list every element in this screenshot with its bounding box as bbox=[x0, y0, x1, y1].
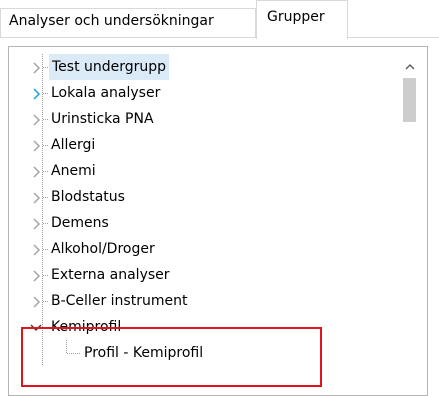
tree-item[interactable]: Anemi bbox=[18, 158, 398, 184]
tree-line bbox=[43, 223, 49, 224]
tree-item-label[interactable]: Alkohol/Droger bbox=[51, 236, 155, 262]
tree-line bbox=[43, 275, 49, 276]
chevron-right-icon[interactable] bbox=[30, 218, 42, 230]
tree-item-label[interactable]: Urinsticka PNA bbox=[51, 106, 154, 132]
tab-grupper[interactable]: Grupper bbox=[256, 0, 348, 39]
tab-divider bbox=[0, 37, 439, 38]
expander[interactable] bbox=[30, 210, 42, 236]
tree-item-label[interactable]: Blodstatus bbox=[51, 184, 125, 210]
tree-item[interactable]: B-Celler instrument bbox=[18, 288, 398, 314]
tree-item[interactable]: Alkohol/Droger bbox=[18, 236, 398, 262]
chevron-right-icon[interactable] bbox=[30, 166, 42, 178]
caret-up-icon bbox=[405, 63, 415, 70]
tree-line bbox=[43, 171, 49, 172]
chevron-right-icon[interactable] bbox=[30, 114, 42, 126]
tree-item[interactable]: Externa analyser bbox=[18, 262, 398, 288]
tree-item-label[interactable]: Test undergrupp bbox=[49, 54, 170, 80]
tree-line bbox=[43, 197, 49, 198]
highlight-box bbox=[21, 327, 322, 387]
tree-item-label[interactable]: Anemi bbox=[51, 158, 96, 184]
tree-line bbox=[43, 301, 49, 302]
tree-item[interactable]: Lokala analyser bbox=[18, 80, 398, 106]
expander[interactable] bbox=[30, 262, 42, 288]
tab-analyser[interactable]: Analyser och undersökningar bbox=[0, 8, 256, 38]
scroll-up-button[interactable] bbox=[400, 57, 420, 77]
group-tree: Test undergrupp Lokala analyser Urinsticka… bbox=[18, 54, 398, 366]
tree-line bbox=[43, 249, 49, 250]
tree-line bbox=[43, 119, 49, 120]
tree-line bbox=[43, 93, 49, 94]
expander[interactable] bbox=[30, 106, 42, 132]
tree-item[interactable]: Blodstatus bbox=[18, 184, 398, 210]
vertical-scrollbar[interactable] bbox=[400, 57, 420, 387]
tab-strip: Analyser och undersökningar Grupper bbox=[0, 0, 439, 39]
expander[interactable] bbox=[30, 132, 42, 158]
tree-item[interactable]: Test undergrupp bbox=[18, 54, 398, 80]
tree-item-label[interactable]: Demens bbox=[51, 210, 109, 236]
tree-line bbox=[43, 145, 49, 146]
tree-item-label[interactable]: Allergi bbox=[51, 132, 95, 158]
chevron-right-icon[interactable] bbox=[30, 140, 42, 152]
expander[interactable] bbox=[30, 236, 42, 262]
tree-item-label[interactable]: Lokala analyser bbox=[51, 80, 160, 106]
expander[interactable] bbox=[30, 288, 42, 314]
tree-item-label[interactable]: B-Celler instrument bbox=[51, 288, 187, 314]
scroll-thumb[interactable] bbox=[403, 78, 416, 122]
expander[interactable] bbox=[30, 54, 42, 80]
chevron-right-icon[interactable] bbox=[30, 192, 42, 204]
expander[interactable] bbox=[30, 158, 42, 184]
chevron-right-icon[interactable] bbox=[30, 88, 42, 100]
tree-item[interactable]: Demens bbox=[18, 210, 398, 236]
expander[interactable] bbox=[30, 80, 42, 106]
tree-item[interactable]: Allergi bbox=[18, 132, 398, 158]
chevron-right-icon[interactable] bbox=[30, 270, 42, 282]
chevron-right-icon[interactable] bbox=[30, 244, 42, 256]
chevron-right-icon[interactable] bbox=[30, 62, 42, 74]
tree-item[interactable]: Urinsticka PNA bbox=[18, 106, 398, 132]
chevron-right-icon[interactable] bbox=[30, 296, 42, 308]
expander[interactable] bbox=[30, 184, 42, 210]
tree-item-label[interactable]: Externa analyser bbox=[51, 262, 170, 288]
